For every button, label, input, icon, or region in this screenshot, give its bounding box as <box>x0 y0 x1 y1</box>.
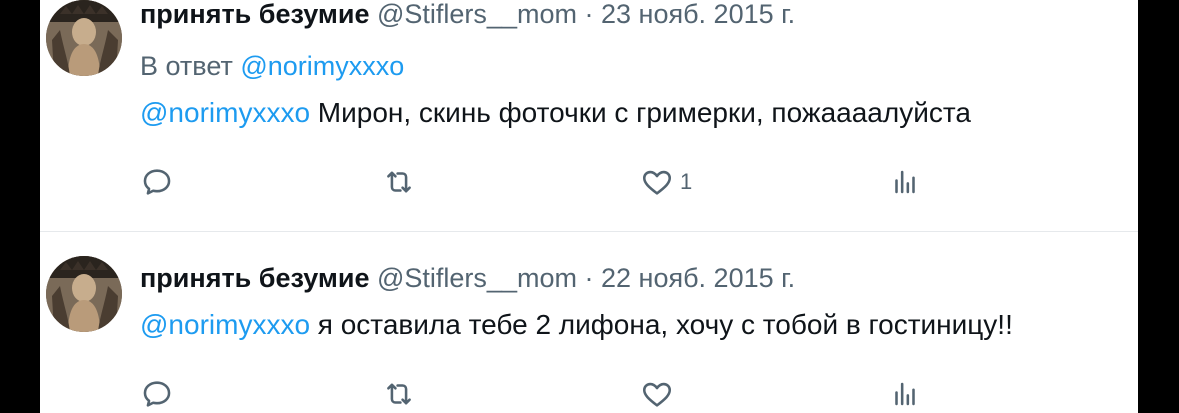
views-icon <box>895 382 915 406</box>
tweet-header: принять безумие @Stiflers__mom · 22 нояб… <box>140 262 795 294</box>
tweet-header: принять безумие @Stiflers__mom · 23 нояб… <box>140 0 795 30</box>
reply-button[interactable] <box>140 162 174 202</box>
like-button[interactable]: 1 <box>640 162 692 202</box>
like-count: 1 <box>680 169 693 194</box>
mention-link[interactable]: @norimyxxxo <box>140 97 310 128</box>
avatar-image <box>46 0 122 76</box>
reply-button[interactable] <box>140 374 174 413</box>
tweet-text: @norimyxxxo Мирон, скинь фоточки с гриме… <box>140 96 971 130</box>
mention-link[interactable]: @norimyxxxo <box>140 309 310 340</box>
retweet-button[interactable] <box>382 162 416 202</box>
tweet-body: я оставила тебе 2 лифона, хочу с тобой в… <box>310 309 1013 340</box>
reply-icon <box>143 381 171 407</box>
separator-dot: · <box>584 263 594 293</box>
tweet-date[interactable]: 23 нояб. 2015 г. <box>601 0 795 29</box>
user-handle[interactable]: @Stiflers__mom <box>377 263 577 293</box>
views-button[interactable] <box>888 374 922 413</box>
display-name[interactable]: принять безумие <box>140 0 369 29</box>
like-button[interactable] <box>640 374 674 413</box>
views-button[interactable] <box>888 162 922 202</box>
reply-icon <box>143 169 171 195</box>
tweet[interactable]: принять безумие @Stiflers__mom · 22 нояб… <box>40 232 1138 413</box>
avatar[interactable] <box>46 256 122 332</box>
tweet-body: Мирон, скинь фоточки с гримерки, пожаааа… <box>310 97 971 128</box>
tweet[interactable]: принять безумие @Stiflers__mom · 23 нояб… <box>40 0 1138 231</box>
tweet-text: @norimyxxxo я оставила тебе 2 лифона, хо… <box>140 308 1013 342</box>
separator-dot: · <box>584 0 594 29</box>
tweet-thread: принять безумие @Stiflers__mom · 23 нояб… <box>40 0 1138 413</box>
retweet-button[interactable] <box>382 374 416 413</box>
retweet-icon <box>387 171 411 193</box>
views-icon <box>895 170 915 194</box>
tweet-date[interactable]: 22 нояб. 2015 г. <box>601 263 795 293</box>
like-icon <box>642 170 672 195</box>
action-bar: 1 <box>140 162 940 202</box>
reply-to-link[interactable]: @norimyxxxo <box>240 51 404 81</box>
reply-prefix: В ответ <box>140 51 233 81</box>
user-handle[interactable]: @Stiflers__mom <box>377 0 577 29</box>
avatar-image <box>46 256 122 332</box>
retweet-icon <box>387 383 411 405</box>
avatar[interactable] <box>46 0 122 76</box>
like-icon <box>642 382 672 407</box>
display-name[interactable]: принять безумие <box>140 263 369 293</box>
reply-context: В ответ @norimyxxxo <box>140 50 404 82</box>
action-bar <box>140 374 940 413</box>
